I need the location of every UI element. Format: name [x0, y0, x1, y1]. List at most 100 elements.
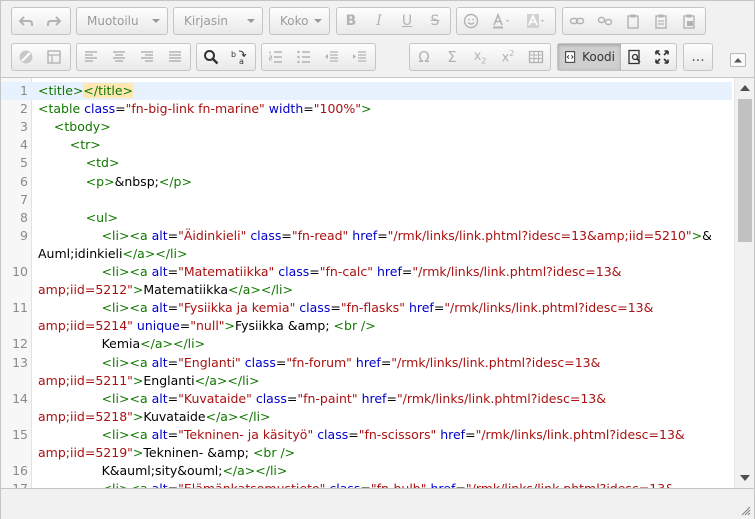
code-line[interactable]: 2 <table class="fn-big-link fn-marine" wi… [1, 100, 732, 118]
code-line[interactable]: 1 <title></title> [1, 82, 732, 100]
text-color-button[interactable] [484, 8, 519, 34]
code-line[interactable]: amp;iid=5219">Tekninen- &amp; <br /> [1, 444, 732, 462]
unlink-icon [597, 16, 613, 26]
format-select[interactable]: Muotoilu [76, 7, 168, 35]
find-button[interactable] [197, 44, 225, 70]
line-text[interactable]: <li><a alt="Äidinkieli" class="fn-read" … [38, 227, 712, 245]
line-text[interactable]: K&auml;sity&ouml;</a></li> [38, 462, 288, 480]
code-line[interactable]: 14 <li><a alt="Kuvataide" class="fn-pain… [1, 390, 732, 408]
line-text[interactable]: <tr> [38, 136, 101, 154]
undo-button[interactable] [12, 8, 40, 34]
toolbar-collapse-button[interactable] [730, 53, 746, 67]
line-text[interactable]: amp;iid=5214" unique="null">Fysiikka &am… [38, 317, 376, 335]
line-text[interactable]: <li><a alt="Matematiikka" class="fn-calc… [38, 263, 622, 281]
line-text[interactable]: <li><a alt="Fysiikka ja kemia" class="fn… [38, 299, 654, 317]
text-style-group: B I U S [336, 7, 451, 35]
code-line[interactable]: 5 <td> [1, 154, 732, 172]
line-text[interactable]: <li><a alt="Elämänkatsomustieto" class="… [38, 480, 675, 488]
syntax-token: "null" [190, 318, 225, 334]
line-text[interactable]: <li><a alt="Tekninen- ja käsityö" class=… [38, 426, 685, 444]
paste-text-button[interactable] [647, 8, 675, 34]
vertical-scrollbar[interactable] [734, 78, 754, 488]
line-text[interactable]: <ul> [38, 209, 118, 227]
line-text[interactable]: Kemia</a></li> [38, 335, 206, 353]
outdent-button[interactable] [318, 44, 346, 70]
scroll-up-arrow-icon[interactable] [740, 85, 750, 91]
line-text[interactable]: amp;iid=5219">Tekninen- &amp; <br /> [38, 444, 295, 462]
line-text[interactable]: <table class="fn-big-link fn-marine" wid… [38, 100, 371, 118]
line-text[interactable]: <li><a alt="Englanti" class="fn-forum" h… [38, 354, 601, 372]
emoticon-button[interactable] [457, 8, 484, 34]
line-text[interactable]: amp;iid=5218">Kuvataide</a></li> [38, 408, 271, 426]
code-line[interactable]: 9 <li><a alt="Äidinkieli" class="fn-read… [1, 227, 732, 245]
unlink-button[interactable] [591, 8, 619, 34]
fullscreen-button[interactable] [649, 44, 677, 70]
bold-button[interactable]: B [337, 8, 365, 34]
code-line[interactable]: 16 K&auml;sity&ouml;</a></li> [1, 462, 732, 480]
line-text[interactable]: Auml;idinkieli</a></li> [38, 245, 187, 263]
code-line[interactable]: 10 <li><a alt="Matematiikka" class="fn-c… [1, 263, 732, 281]
italic-button[interactable]: I [365, 8, 393, 34]
line-text[interactable]: <li><a alt="Kuvataide" class="fn-paint" … [38, 390, 606, 408]
paste-word-button[interactable] [675, 8, 703, 34]
code-line[interactable]: amp;iid=5218">Kuvataide</a></li> [1, 408, 732, 426]
font-select[interactable]: Kirjasin [173, 7, 263, 35]
bulleted-list-button[interactable] [290, 44, 318, 70]
align-right-button[interactable] [133, 44, 161, 70]
superscript-button[interactable]: x2 [494, 44, 522, 70]
code-line[interactable]: amp;iid=5214" unique="null">Fysiikka &am… [1, 317, 732, 335]
align-justify-button[interactable] [161, 44, 189, 70]
background-color-button[interactable] [520, 8, 555, 34]
align-center-button[interactable] [105, 44, 133, 70]
size-select[interactable]: Koko [269, 7, 330, 35]
underline-button[interactable]: U [393, 8, 421, 34]
syntax-token: </a></li> [122, 245, 188, 261]
line-text[interactable]: <td> [38, 154, 120, 172]
syntax-token: > [132, 408, 144, 424]
code-line[interactable]: 13 <li><a alt="Englanti" class="fn-forum… [1, 354, 732, 372]
numbered-list-button[interactable] [262, 44, 290, 70]
code-line[interactable]: 3 <tbody> [1, 118, 732, 136]
code-area[interactable]: 1 <title></title> 2 <table class="fn-big-li… [1, 78, 754, 488]
indent-button[interactable] [346, 44, 374, 70]
resize-handle-icon[interactable] [741, 506, 751, 516]
line-text[interactable]: amp;iid=5211">Englanti</a></li> [38, 372, 260, 390]
special-char-button[interactable]: Ω [410, 44, 438, 70]
preview-button[interactable] [621, 44, 649, 70]
paste-button[interactable] [619, 8, 647, 34]
template-button[interactable] [40, 44, 68, 70]
syntax-token: </a></li> [205, 408, 271, 424]
line-text[interactable]: <p>&nbsp;</p> [38, 173, 192, 191]
table-button[interactable] [522, 44, 550, 70]
source-code-button[interactable]: Koodi [558, 44, 621, 70]
syntax-token: alt [151, 426, 168, 442]
remove-format-button[interactable] [12, 44, 40, 70]
line-number: 4 [20, 137, 28, 153]
syntax-token: amp;iid=5211" [38, 372, 133, 388]
code-line[interactable]: 7 [1, 191, 732, 209]
code-line[interactable]: 4 <tr> [1, 136, 732, 154]
line-text[interactable]: amp;iid=5212">Matematiikka</a></li> [38, 281, 293, 299]
scroll-down-arrow-icon[interactable] [740, 475, 750, 481]
code-line[interactable]: amp;iid=5211">Englanti</a></li> [1, 372, 732, 390]
code-line[interactable]: amp;iid=5212">Matematiikka</a></li> [1, 281, 732, 299]
redo-button[interactable] [40, 8, 68, 34]
code-line[interactable]: Auml;idinkieli</a></li> [1, 245, 732, 263]
indent-icon [353, 51, 366, 62]
line-text[interactable]: <title></title> [38, 82, 133, 100]
scrollbar-thumb[interactable] [738, 99, 752, 242]
code-line[interactable]: 8 <ul> [1, 209, 732, 227]
code-line[interactable]: 12 Kemia</a></li> [1, 335, 732, 353]
strikethrough-button[interactable]: S [421, 8, 449, 34]
more-button[interactable]: ... [684, 44, 712, 70]
subscript-button[interactable]: x2 [466, 44, 494, 70]
code-line[interactable]: 11 <li><a alt="Fysiikka ja kemia" class=… [1, 299, 732, 317]
code-line[interactable]: 6 <p>&nbsp;</p> [1, 173, 732, 191]
line-text[interactable]: <tbody> [38, 118, 111, 136]
link-button[interactable] [563, 8, 591, 34]
align-left-button[interactable] [77, 44, 105, 70]
math-button[interactable]: Σ [438, 44, 466, 70]
code-line[interactable]: 17 <li><a alt="Elämänkatsomustieto" clas… [1, 480, 732, 488]
code-line[interactable]: 15 <li><a alt="Tekninen- ja käsityö" cla… [1, 426, 732, 444]
replace-button[interactable]: ba [225, 44, 253, 70]
